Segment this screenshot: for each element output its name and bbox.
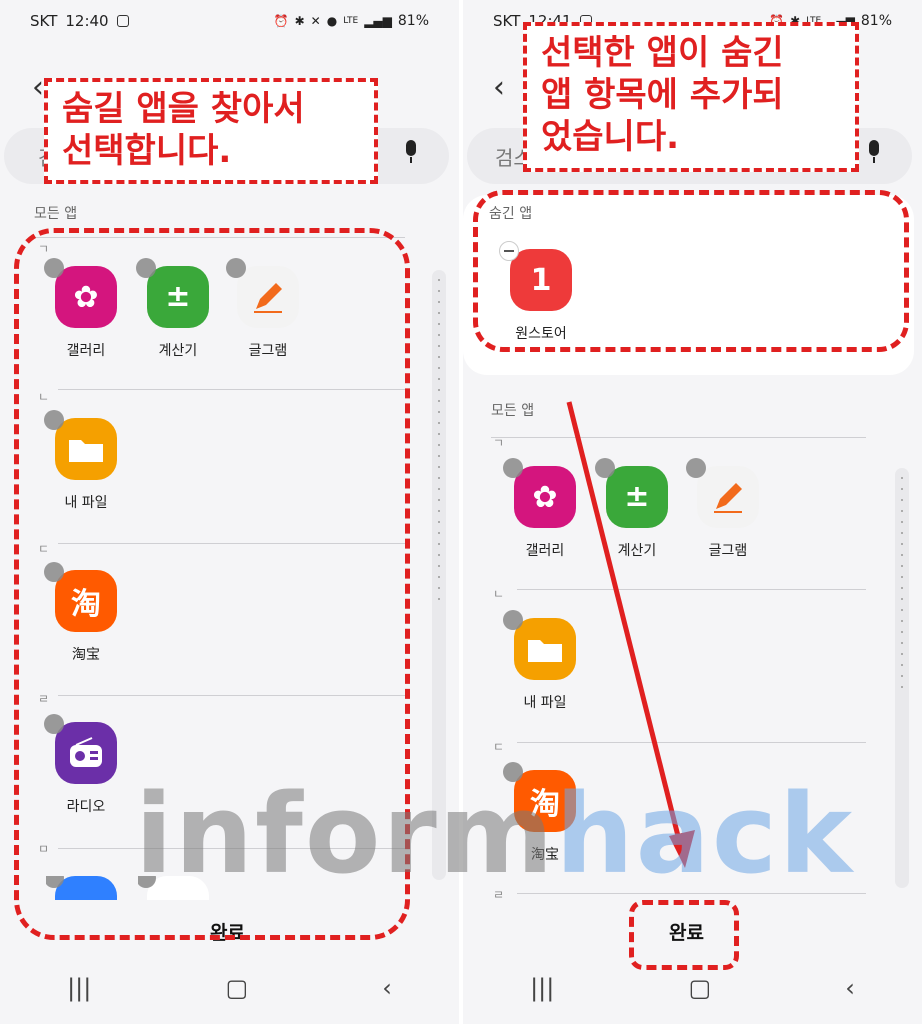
alarm-icon: ⏰	[273, 14, 289, 28]
nav-bar: ||| ▢ ‹	[0, 952, 459, 1024]
mic-icon[interactable]	[403, 140, 419, 164]
bluetooth-icon: ✱	[294, 14, 305, 28]
mute-icon: ✕	[310, 14, 321, 28]
home-icon[interactable]: ▢	[225, 974, 248, 1002]
select-circle[interactable]	[44, 410, 64, 430]
select-circle[interactable]	[226, 258, 246, 278]
battery-percent: 81%	[397, 13, 429, 29]
gallery-notification-icon	[116, 15, 129, 27]
watermark: informhack	[135, 770, 855, 898]
lte-indicator: LTE	[343, 16, 359, 26]
nav-back-icon[interactable]: ‹	[382, 974, 392, 1002]
select-circle[interactable]	[44, 258, 64, 278]
recent-apps-icon[interactable]: |||	[67, 974, 91, 1002]
clock: 12:40	[65, 12, 109, 30]
signal-icon: ▂▄▆	[364, 14, 392, 28]
status-bar: SKT 12:40 ⏰ ✱ ✕ ● LTE ▂▄▆ 81%	[30, 10, 429, 32]
select-circle[interactable]	[44, 562, 64, 582]
select-circle[interactable]	[44, 714, 64, 734]
all-apps-label: 모든 앱	[34, 206, 78, 222]
select-circle[interactable]	[136, 258, 156, 278]
carrier: SKT	[30, 12, 58, 30]
location-icon: ●	[326, 14, 338, 28]
back-icon[interactable]: ‹	[32, 70, 44, 105]
annotation-callout: 숨길 앱을 찾아서 선택합니다.	[44, 78, 378, 184]
